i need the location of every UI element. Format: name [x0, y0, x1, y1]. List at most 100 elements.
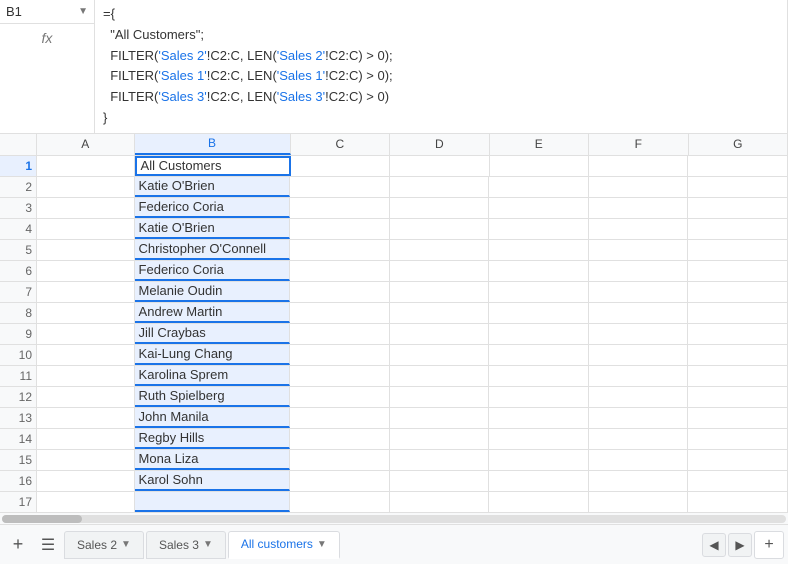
cell-a-6[interactable]: [37, 261, 135, 281]
cell-e-1[interactable]: [490, 156, 589, 176]
cell-d-4[interactable]: [390, 219, 490, 239]
cell-g-5[interactable]: [688, 240, 788, 260]
cell-e-2[interactable]: [489, 177, 589, 197]
cell-g-11[interactable]: [688, 366, 788, 386]
cell-f-13[interactable]: [589, 408, 689, 428]
cell-c-5[interactable]: [290, 240, 390, 260]
cell-d-16[interactable]: [390, 471, 490, 491]
cell-g-13[interactable]: [688, 408, 788, 428]
cell-g-17[interactable]: [688, 492, 788, 512]
cell-g-10[interactable]: [688, 345, 788, 365]
horizontal-scrollbar-thumb[interactable]: [2, 515, 82, 523]
cell-b-16[interactable]: Karol Sohn: [135, 471, 291, 491]
horizontal-scrollbar[interactable]: [2, 515, 786, 523]
formula-content[interactable]: ={ "All Customers"; FILTER('Sales 2'!C2:…: [95, 0, 788, 133]
cell-f-15[interactable]: [589, 450, 689, 470]
cell-g-7[interactable]: [688, 282, 788, 302]
cell-g-12[interactable]: [688, 387, 788, 407]
cell-d-10[interactable]: [390, 345, 490, 365]
cell-b-9[interactable]: Jill Craybas: [135, 324, 291, 344]
row-number-5[interactable]: 5: [0, 240, 37, 260]
row-number-15[interactable]: 15: [0, 450, 37, 470]
cell-d-9[interactable]: [390, 324, 490, 344]
col-header-g[interactable]: G: [689, 134, 788, 155]
row-number-13[interactable]: 13: [0, 408, 37, 428]
cell-c-13[interactable]: [290, 408, 390, 428]
row-number-1[interactable]: 1: [0, 156, 37, 176]
row-number-6[interactable]: 6: [0, 261, 37, 281]
cell-e-14[interactable]: [489, 429, 589, 449]
row-number-8[interactable]: 8: [0, 303, 37, 323]
cell-g-4[interactable]: [688, 219, 788, 239]
cell-f-8[interactable]: [589, 303, 689, 323]
cell-c-12[interactable]: [290, 387, 390, 407]
cell-f-17[interactable]: [589, 492, 689, 512]
cell-e-4[interactable]: [489, 219, 589, 239]
cell-d-13[interactable]: [390, 408, 490, 428]
cell-a-17[interactable]: [37, 492, 135, 512]
cell-f-14[interactable]: [589, 429, 689, 449]
row-number-14[interactable]: 14: [0, 429, 37, 449]
cell-b-8[interactable]: Andrew Martin: [135, 303, 291, 323]
cell-c-1[interactable]: [291, 156, 390, 176]
col-header-a[interactable]: A: [37, 134, 135, 155]
tab-sales-3[interactable]: Sales 3 ▼: [146, 531, 226, 559]
cell-e-11[interactable]: [489, 366, 589, 386]
cell-a-8[interactable]: [37, 303, 135, 323]
cell-e-6[interactable]: [489, 261, 589, 281]
tab-all-customers[interactable]: All customers ▼: [228, 531, 340, 559]
cell-f-6[interactable]: [589, 261, 689, 281]
cell-b-15[interactable]: Mona Liza: [135, 450, 291, 470]
cell-e-10[interactable]: [489, 345, 589, 365]
cell-e-7[interactable]: [489, 282, 589, 302]
row-number-10[interactable]: 10: [0, 345, 37, 365]
cell-b-4[interactable]: Katie O'Brien: [135, 219, 291, 239]
cell-a-5[interactable]: [37, 240, 135, 260]
cell-b-5[interactable]: Christopher O'Connell: [135, 240, 291, 260]
cell-g-1[interactable]: [688, 156, 787, 176]
col-header-d[interactable]: D: [390, 134, 489, 155]
cell-f-4[interactable]: [589, 219, 689, 239]
cell-e-13[interactable]: [489, 408, 589, 428]
cell-e-17[interactable]: [489, 492, 589, 512]
cell-b-11[interactable]: Karolina Sprem: [135, 366, 291, 386]
cell-a-1[interactable]: [37, 156, 135, 176]
cell-b-14[interactable]: Regby Hills: [135, 429, 291, 449]
cell-d-1[interactable]: [390, 156, 489, 176]
cell-b-7[interactable]: Melanie Oudin: [135, 282, 291, 302]
cell-a-4[interactable]: [37, 219, 135, 239]
sheet-menu-button[interactable]: ☰: [34, 531, 62, 559]
cell-f-3[interactable]: [589, 198, 689, 218]
cell-a-9[interactable]: [37, 324, 135, 344]
cell-c-14[interactable]: [290, 429, 390, 449]
cell-a-16[interactable]: [37, 471, 135, 491]
row-number-11[interactable]: 11: [0, 366, 37, 386]
cell-d-17[interactable]: [390, 492, 490, 512]
col-header-c[interactable]: C: [291, 134, 390, 155]
cell-c-10[interactable]: [290, 345, 390, 365]
cell-f-7[interactable]: [589, 282, 689, 302]
cell-g-6[interactable]: [688, 261, 788, 281]
cell-c-6[interactable]: [290, 261, 390, 281]
cell-g-2[interactable]: [688, 177, 788, 197]
cell-a-11[interactable]: [37, 366, 135, 386]
cell-g-9[interactable]: [688, 324, 788, 344]
cell-c-9[interactable]: [290, 324, 390, 344]
cell-e-16[interactable]: [489, 471, 589, 491]
cell-b-6[interactable]: Federico Coria: [135, 261, 291, 281]
cell-b-17[interactable]: [135, 492, 291, 512]
cell-g-14[interactable]: [688, 429, 788, 449]
cell-e-8[interactable]: [489, 303, 589, 323]
cell-a-3[interactable]: [37, 198, 135, 218]
cell-f-1[interactable]: [589, 156, 688, 176]
row-number-3[interactable]: 3: [0, 198, 37, 218]
cell-f-11[interactable]: [589, 366, 689, 386]
cell-f-16[interactable]: [589, 471, 689, 491]
tab-sales-2[interactable]: Sales 2 ▼: [64, 531, 144, 559]
row-number-2[interactable]: 2: [0, 177, 37, 197]
horizontal-scrollbar-area[interactable]: [0, 512, 788, 524]
cell-d-7[interactable]: [390, 282, 490, 302]
tab-nav-next[interactable]: ▶: [728, 533, 752, 557]
cell-a-7[interactable]: [37, 282, 135, 302]
cell-c-4[interactable]: [290, 219, 390, 239]
